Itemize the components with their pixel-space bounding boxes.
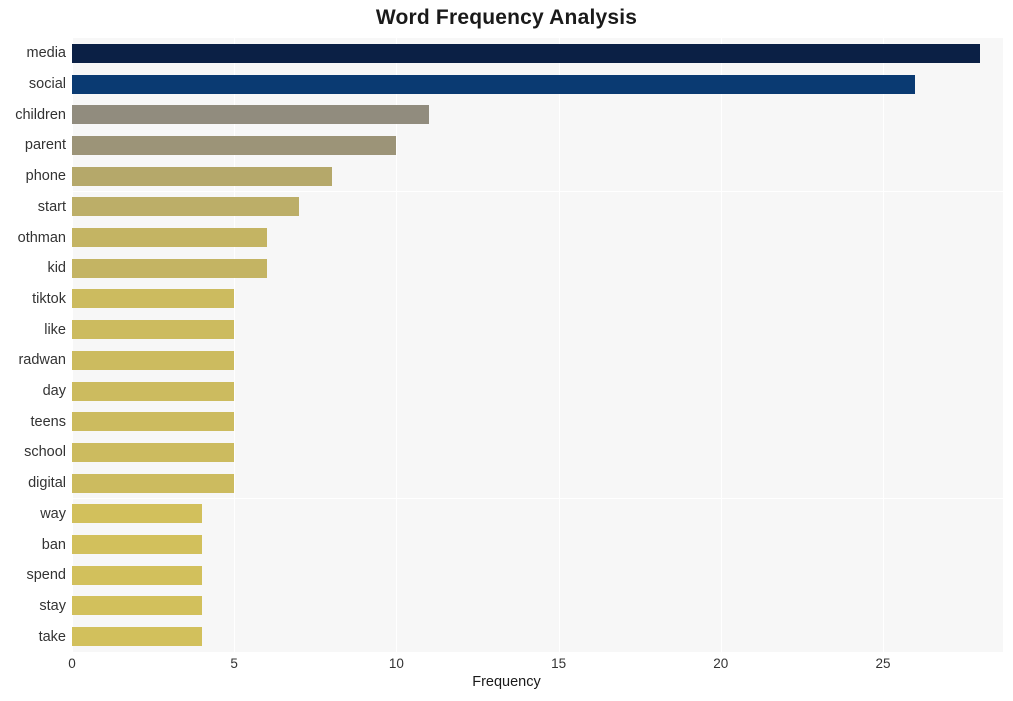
x-axis-tick-labels: 0 5 10 15 20 25	[68, 652, 1003, 674]
bar[interactable]	[72, 381, 235, 401]
bar[interactable]	[72, 320, 235, 340]
x-tick-label: 20	[713, 656, 729, 671]
y-tick-label: stay	[39, 597, 66, 614]
y-tick-label: take	[38, 628, 66, 645]
y-tick-label: radwan	[18, 352, 66, 369]
y-tick-label: othman	[17, 229, 66, 246]
bar[interactable]	[72, 627, 202, 647]
bar[interactable]	[72, 442, 235, 462]
x-tick-label: 0	[68, 656, 76, 671]
bar[interactable]	[72, 350, 235, 370]
y-tick-label: school	[24, 444, 66, 461]
word-frequency-chart: Word Frequency Analysis media social child…	[0, 0, 1013, 701]
bar[interactable]	[72, 74, 916, 94]
x-axis-title: Frequency	[472, 674, 541, 690]
y-tick-label: start	[37, 198, 66, 215]
bar[interactable]	[72, 473, 235, 493]
bar[interactable]	[72, 43, 981, 63]
bar[interactable]	[72, 596, 202, 616]
y-tick-label: parent	[24, 137, 66, 154]
plot-area	[72, 38, 1003, 653]
y-tick-label: spend	[26, 567, 66, 584]
y-tick-label: social	[28, 76, 66, 93]
y-axis-tick-labels: media social children parent phone start othma…	[0, 38, 66, 652]
bar[interactable]	[72, 565, 202, 585]
y-tick-label: digital	[28, 475, 66, 492]
y-tick-label: kid	[47, 260, 66, 277]
y-tick-label: way	[40, 505, 66, 522]
bar[interactable]	[72, 289, 235, 309]
y-tick-label: media	[26, 45, 67, 62]
y-tick-label: phone	[25, 168, 66, 185]
bar[interactable]	[72, 166, 332, 186]
bar[interactable]	[72, 135, 397, 155]
bar[interactable]	[72, 197, 300, 217]
y-tick-label: ban	[41, 536, 66, 553]
bar[interactable]	[72, 105, 429, 125]
chart-title: Word Frequency Analysis	[375, 6, 638, 29]
bar[interactable]	[72, 228, 267, 248]
x-tick-label: 25	[875, 656, 891, 671]
bar-series	[72, 38, 1003, 652]
bar[interactable]	[72, 504, 202, 524]
x-tick-label: 15	[551, 656, 567, 671]
y-tick-label: teens	[30, 413, 66, 430]
x-tick-label: 5	[230, 656, 238, 671]
bar[interactable]	[72, 258, 267, 278]
bar[interactable]	[72, 412, 235, 432]
x-tick-label: 10	[388, 656, 404, 671]
y-tick-label: tiktok	[32, 290, 66, 307]
y-tick-label: children	[15, 106, 66, 123]
y-tick-label: day	[42, 383, 66, 400]
bar[interactable]	[72, 535, 202, 555]
y-tick-label: like	[44, 321, 66, 338]
